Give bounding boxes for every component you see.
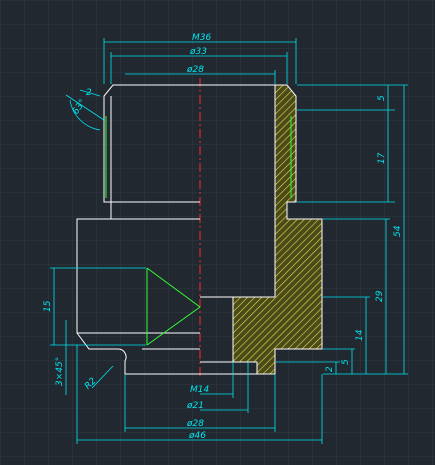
label-v2-bottom: 2	[325, 366, 335, 372]
label-d21: ø21	[186, 401, 204, 411]
label-v17: 17	[377, 152, 387, 164]
label-v14: 14	[355, 329, 365, 341]
label-d28-top: ø28	[186, 65, 204, 75]
label-m36: M36	[192, 33, 211, 43]
label-v15: 15	[43, 300, 53, 312]
label-v5-top: 5	[377, 95, 387, 101]
label-v5-bottom: 5	[341, 359, 351, 365]
label-d33: ø33	[189, 47, 207, 57]
label-d28-bottom: ø28	[186, 419, 204, 429]
label-chamfer-3x45: 3×45°	[55, 357, 65, 386]
label-chamfer-2: 2	[86, 88, 92, 98]
label-v29: 29	[375, 290, 385, 302]
label-v54: 54	[393, 225, 403, 237]
background-grid	[0, 0, 435, 465]
label-d46: ø46	[188, 431, 206, 441]
cad-drawing-canvas[interactable]: M36 ø33 ø28 63° 2 5 17 54 29 15 14 5 2 3…	[0, 0, 435, 465]
label-m14: M14	[190, 385, 209, 395]
